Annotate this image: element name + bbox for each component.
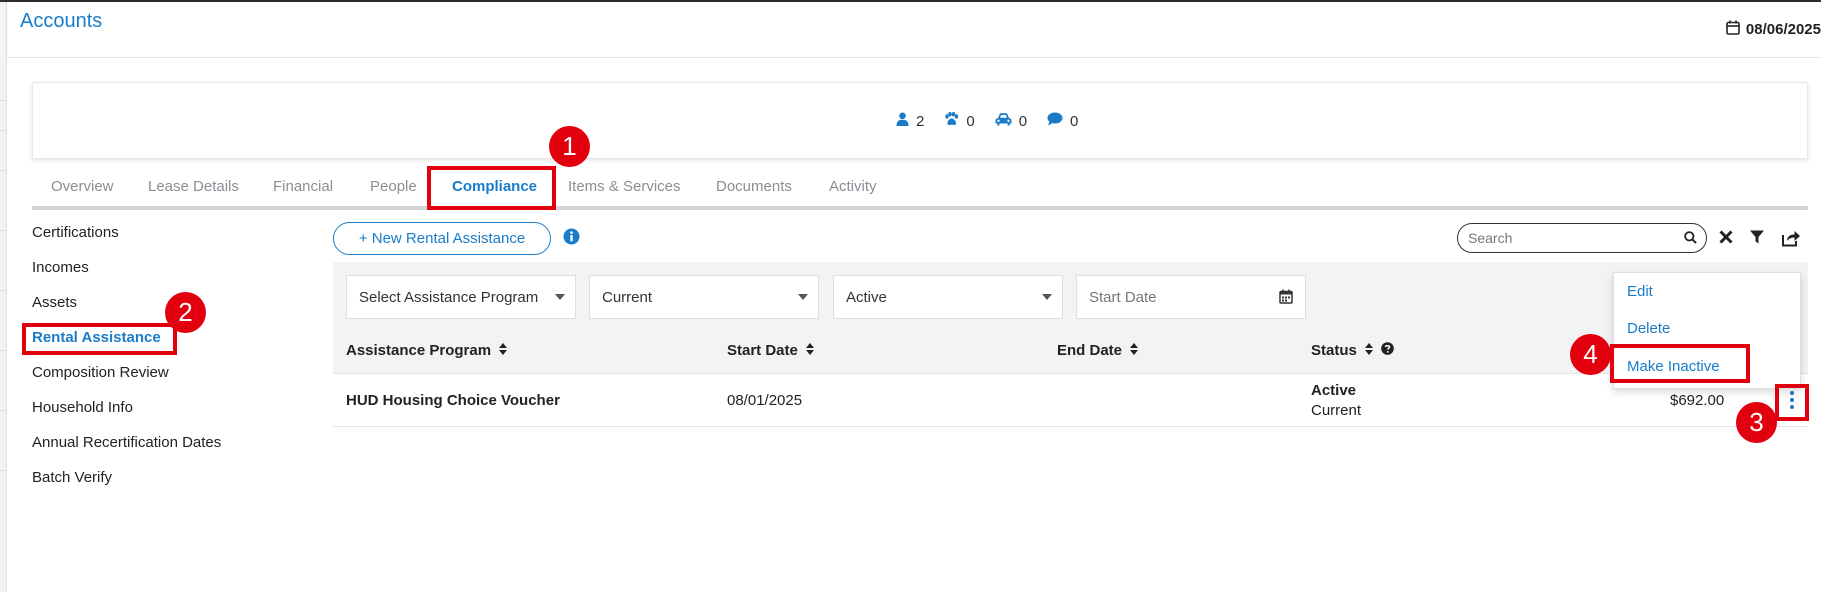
- export-icon[interactable]: [1781, 229, 1801, 250]
- sort-icon: [499, 342, 508, 359]
- account-summary-card: 2 0 0 0: [32, 82, 1808, 159]
- step-badge-4: 4: [1570, 334, 1611, 375]
- sort-icon: [1364, 342, 1373, 359]
- pets-count: 0: [966, 112, 975, 130]
- highlight-compliance-tab: [427, 166, 556, 210]
- highlight-make-inactive: [1610, 344, 1750, 383]
- sidebar-item-certifications[interactable]: Certifications: [32, 224, 119, 241]
- tab-overview[interactable]: Overview: [51, 178, 114, 195]
- assistance-program-value: Select Assistance Program: [359, 289, 539, 306]
- page-title: Accounts: [20, 10, 103, 32]
- info-icon[interactable]: [563, 228, 580, 248]
- start-date-input[interactable]: Start Date: [1076, 275, 1306, 319]
- vehicles-count: 0: [1018, 112, 1028, 130]
- tab-activity[interactable]: Activity: [829, 178, 877, 195]
- people-count: 2: [916, 112, 925, 130]
- current-date[interactable]: 08/06/2025: [1726, 20, 1821, 39]
- tab-documents[interactable]: Documents: [716, 178, 792, 195]
- sidebar-item-batch-verify[interactable]: Batch Verify: [32, 469, 112, 486]
- row-start-date: 08/01/2025: [727, 392, 803, 409]
- highlight-rental-assistance: [22, 323, 177, 355]
- column-status[interactable]: Status: [1311, 342, 1394, 359]
- menu-edit[interactable]: Edit: [1627, 283, 1653, 300]
- tab-financial[interactable]: Financial: [273, 178, 333, 195]
- pets-summary[interactable]: 0: [944, 112, 975, 130]
- tab-people[interactable]: People: [370, 178, 417, 195]
- search-box: [1457, 223, 1707, 253]
- search-input[interactable]: [1468, 229, 1668, 247]
- sidebar-item-composition-review[interactable]: Composition Review: [32, 364, 169, 381]
- step-badge-3: 3: [1736, 402, 1777, 443]
- start-date-placeholder: Start Date: [1089, 289, 1157, 306]
- tab-lease-details[interactable]: Lease Details: [148, 178, 239, 195]
- vehicles-summary[interactable]: 0: [995, 113, 1027, 130]
- step-badge-1: 1: [549, 126, 590, 167]
- table-row[interactable]: HUD Housing Choice Voucher 08/01/2025 Ac…: [333, 374, 1808, 427]
- sidebar-item-incomes[interactable]: Incomes: [32, 259, 89, 276]
- page-header: Accounts 08/06/2025: [8, 2, 1821, 58]
- period-select[interactable]: Current: [589, 275, 819, 319]
- column-end-date[interactable]: End Date: [1057, 342, 1139, 359]
- column-assistance-program[interactable]: Assistance Program: [346, 342, 508, 359]
- search-icon[interactable]: [1684, 231, 1697, 247]
- row-status: Active: [1311, 382, 1357, 399]
- calendar-icon: [1726, 20, 1740, 39]
- comment-icon: [1047, 112, 1063, 130]
- row-program: HUD Housing Choice Voucher: [346, 392, 560, 409]
- step-badge-2: 2: [165, 292, 206, 333]
- account-tabs: Overview Lease Details Financial People …: [32, 168, 1808, 210]
- status-value: Active: [846, 289, 887, 306]
- sidebar-item-household-info[interactable]: Household Info: [32, 399, 133, 416]
- people-summary[interactable]: 2: [896, 112, 924, 130]
- person-icon: [896, 112, 909, 130]
- messages-summary[interactable]: 0: [1047, 112, 1078, 130]
- sidebar-item-assets[interactable]: Assets: [32, 294, 77, 311]
- car-icon: [995, 112, 1012, 130]
- left-rail: [0, 2, 7, 592]
- row-amount: $692.00: [1670, 392, 1725, 409]
- sort-icon: [1130, 342, 1139, 359]
- messages-count: 0: [1070, 112, 1079, 130]
- new-rental-assistance-button[interactable]: + New Rental Assistance: [333, 222, 551, 255]
- assistance-program-select[interactable]: Select Assistance Program: [346, 275, 576, 319]
- highlight-row-actions: [1775, 384, 1809, 421]
- caret-down-icon: [1042, 294, 1052, 300]
- date-text: 08/06/2025: [1745, 21, 1821, 38]
- caret-down-icon: [555, 294, 565, 300]
- column-start-date[interactable]: Start Date: [727, 342, 814, 359]
- row-substatus: Current: [1311, 402, 1362, 419]
- sidebar-item-annual-recertification-dates[interactable]: Annual Recertification Dates: [32, 434, 221, 451]
- calendar-icon[interactable]: [1279, 289, 1293, 307]
- paw-icon: [944, 112, 959, 130]
- filter-icon[interactable]: [1749, 229, 1765, 248]
- menu-delete[interactable]: Delete: [1627, 320, 1670, 337]
- status-select[interactable]: Active: [833, 275, 1063, 319]
- clear-icon[interactable]: [1718, 229, 1734, 248]
- caret-down-icon: [798, 294, 808, 300]
- sort-icon: [805, 342, 814, 359]
- help-icon[interactable]: [1381, 342, 1394, 359]
- tab-items-services[interactable]: Items & Services: [568, 178, 681, 195]
- period-value: Current: [602, 289, 653, 306]
